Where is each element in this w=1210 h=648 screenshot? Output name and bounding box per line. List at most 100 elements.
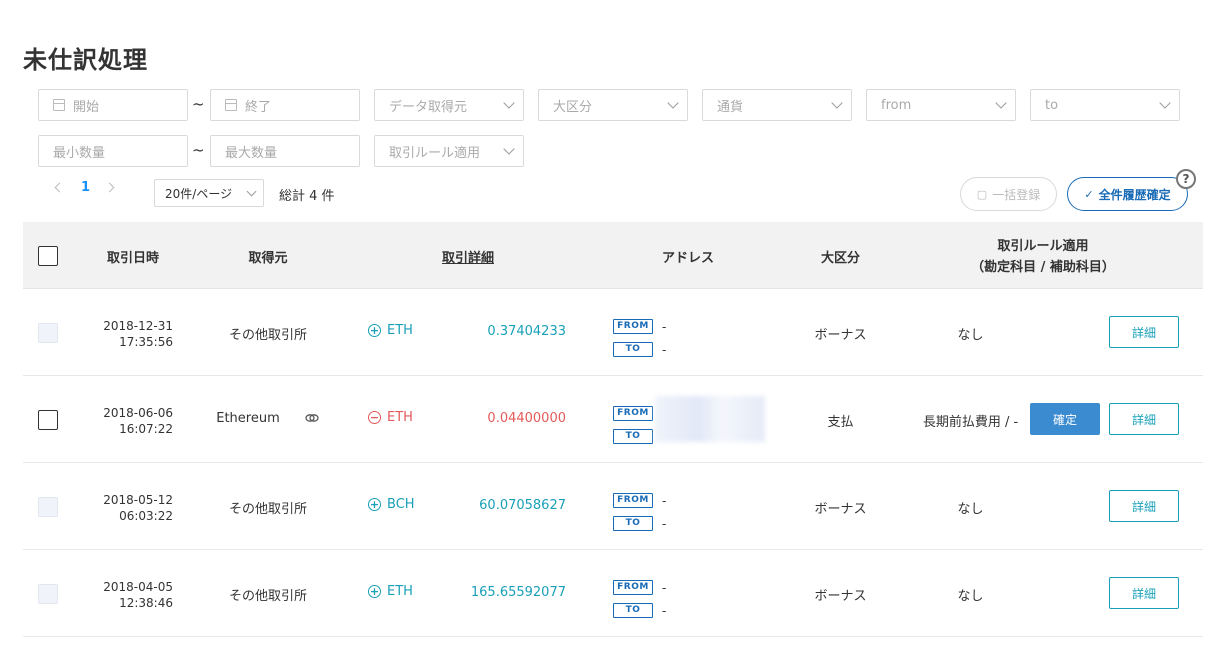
detail-button[interactable]: 詳細 xyxy=(1109,577,1179,609)
row-time: 06:03:22 xyxy=(119,509,173,523)
from-tag: FROM xyxy=(613,319,653,334)
page-number-current[interactable]: 1 xyxy=(81,180,90,195)
min-quantity-input[interactable]: 最小数量 xyxy=(38,135,188,167)
detail-button[interactable]: 詳細 xyxy=(1109,316,1179,348)
max-quantity-placeholder: 最大数量 xyxy=(225,145,278,161)
row-datetime: 2018-12-31 17:35:56 xyxy=(93,318,173,350)
end-date-field[interactable]: 終了 xyxy=(210,89,360,121)
chevron-down-icon xyxy=(1159,97,1171,109)
to-tag: TO xyxy=(613,516,653,531)
minus-circle-icon: − xyxy=(368,411,381,424)
row-rule: なし xyxy=(957,589,984,604)
from-select-placeholder: from xyxy=(881,97,912,113)
min-quantity-placeholder: 最小数量 xyxy=(53,145,106,161)
row-source: その他取引所 xyxy=(228,328,307,343)
max-quantity-input[interactable]: 最大数量 xyxy=(210,135,360,167)
total-count: 総計 4 件 xyxy=(279,189,335,204)
help-icon[interactable]: ? xyxy=(1176,169,1196,189)
confirm-all-label: 全件履歴確定 xyxy=(1098,187,1171,202)
chevron-down-icon xyxy=(831,97,843,109)
link-icon[interactable] xyxy=(305,412,319,424)
end-date-placeholder: 終了 xyxy=(245,99,272,115)
page-title: 未仕訳処理 xyxy=(23,46,148,74)
from-select[interactable]: from xyxy=(866,89,1016,121)
range-tilde: ~ xyxy=(192,141,205,159)
row-source: その他取引所 xyxy=(228,502,307,517)
row-time: 17:35:56 xyxy=(119,335,173,349)
row-address: FROM - TO - xyxy=(613,576,666,622)
category-select-placeholder: 大区分 xyxy=(553,99,593,115)
row-amount: 60.07058627 xyxy=(479,498,566,513)
row-amount: 165.65592077 xyxy=(470,585,566,600)
check-list-icon: ✓ xyxy=(1084,187,1094,201)
chevron-down-icon xyxy=(995,97,1007,109)
header-detail[interactable]: 取引詳細 xyxy=(423,247,513,266)
row-currency: + ETH xyxy=(368,584,413,599)
chevron-left-icon[interactable] xyxy=(54,182,65,193)
from-address: - xyxy=(662,493,667,508)
to-select[interactable]: to xyxy=(1030,89,1180,121)
chevron-down-icon xyxy=(503,143,515,155)
start-date-field[interactable]: 開始 xyxy=(38,89,188,121)
table-header: 取引日時 取得元 取引詳細 アドレス 大区分 取引ルール適用 （勘定科目 / 補… xyxy=(23,222,1203,289)
plus-circle-icon: + xyxy=(368,498,381,511)
row-checkbox[interactable] xyxy=(38,323,58,343)
detail-button[interactable]: 詳細 xyxy=(1109,490,1179,522)
redacted-address xyxy=(655,396,765,442)
row-currency: − ETH xyxy=(368,410,413,425)
row-date: 2018-04-05 xyxy=(103,580,173,594)
table-row: 2018-04-05 12:38:46 その他取引所 + ETH 165.655… xyxy=(23,550,1203,637)
bulk-register-button[interactable]: ▢ 一括登録 xyxy=(960,177,1057,211)
source-select[interactable]: データ取得元 xyxy=(374,89,524,121)
header-rule-line2: （勘定科目 / 補助科目） xyxy=(971,260,1115,275)
from-tag: FROM xyxy=(613,406,653,421)
from-tag: FROM xyxy=(613,493,653,508)
calendar-icon xyxy=(53,99,65,111)
row-source: Ethereum xyxy=(216,411,280,426)
row-currency-code: BCH xyxy=(387,497,415,512)
start-date-placeholder: 開始 xyxy=(73,99,100,115)
header-rule: 取引ルール適用 （勘定科目 / 補助科目） xyxy=(968,236,1118,278)
range-tilde: ~ xyxy=(192,95,205,113)
currency-select[interactable]: 通貨 xyxy=(702,89,852,121)
row-checkbox[interactable] xyxy=(38,410,58,430)
row-rule: なし xyxy=(957,502,984,517)
row-category: ボーナス xyxy=(814,328,867,343)
row-category: ボーナス xyxy=(814,502,867,517)
page-size-value: 20件/ページ xyxy=(165,186,233,201)
row-checkbox[interactable] xyxy=(38,584,58,604)
bulk-register-label: 一括登録 xyxy=(992,187,1041,202)
confirm-button[interactable]: 確定 xyxy=(1030,403,1100,435)
plus-circle-icon: + xyxy=(368,324,381,337)
row-datetime: 2018-05-12 06:03:22 xyxy=(93,492,173,524)
rule-select-placeholder: 取引ルール適用 xyxy=(389,145,481,161)
select-all-checkbox[interactable] xyxy=(38,246,58,266)
row-currency: + BCH xyxy=(368,497,415,512)
rule-select[interactable]: 取引ルール適用 xyxy=(374,135,524,167)
table-row: 2018-05-12 06:03:22 その他取引所 + BCH 60.0705… xyxy=(23,463,1203,550)
table-row: 2018-12-31 17:35:56 その他取引所 + ETH 0.37404… xyxy=(23,289,1203,376)
to-tag: TO xyxy=(613,603,653,618)
chevron-right-icon[interactable] xyxy=(104,182,115,193)
row-date: 2018-06-06 xyxy=(103,406,173,420)
chevron-down-icon xyxy=(667,97,679,109)
row-checkbox[interactable] xyxy=(38,497,58,517)
header-date: 取引日時 xyxy=(106,251,159,266)
row-date: 2018-12-31 xyxy=(103,319,173,333)
from-address: - xyxy=(662,319,667,334)
page-size-select[interactable]: 20件/ページ xyxy=(154,179,264,207)
row-rule: 長期前払費用 / - xyxy=(922,415,1019,430)
header-address: アドレス xyxy=(661,251,714,266)
detail-button[interactable]: 詳細 xyxy=(1109,403,1179,435)
row-datetime: 2018-06-06 16:07:22 xyxy=(93,405,173,437)
confirm-all-button[interactable]: ✓ 全件履歴確定 xyxy=(1067,177,1188,211)
row-time: 12:38:46 xyxy=(119,596,173,610)
row-amount: 0.04400000 xyxy=(487,411,566,426)
currency-select-placeholder: 通貨 xyxy=(717,99,744,115)
to-address: - xyxy=(662,603,667,618)
row-currency-code: ETH xyxy=(387,410,413,425)
row-currency-code: ETH xyxy=(387,323,413,338)
category-select[interactable]: 大区分 xyxy=(538,89,688,121)
row-rule: なし xyxy=(957,328,984,343)
row-currency: + ETH xyxy=(368,323,413,338)
